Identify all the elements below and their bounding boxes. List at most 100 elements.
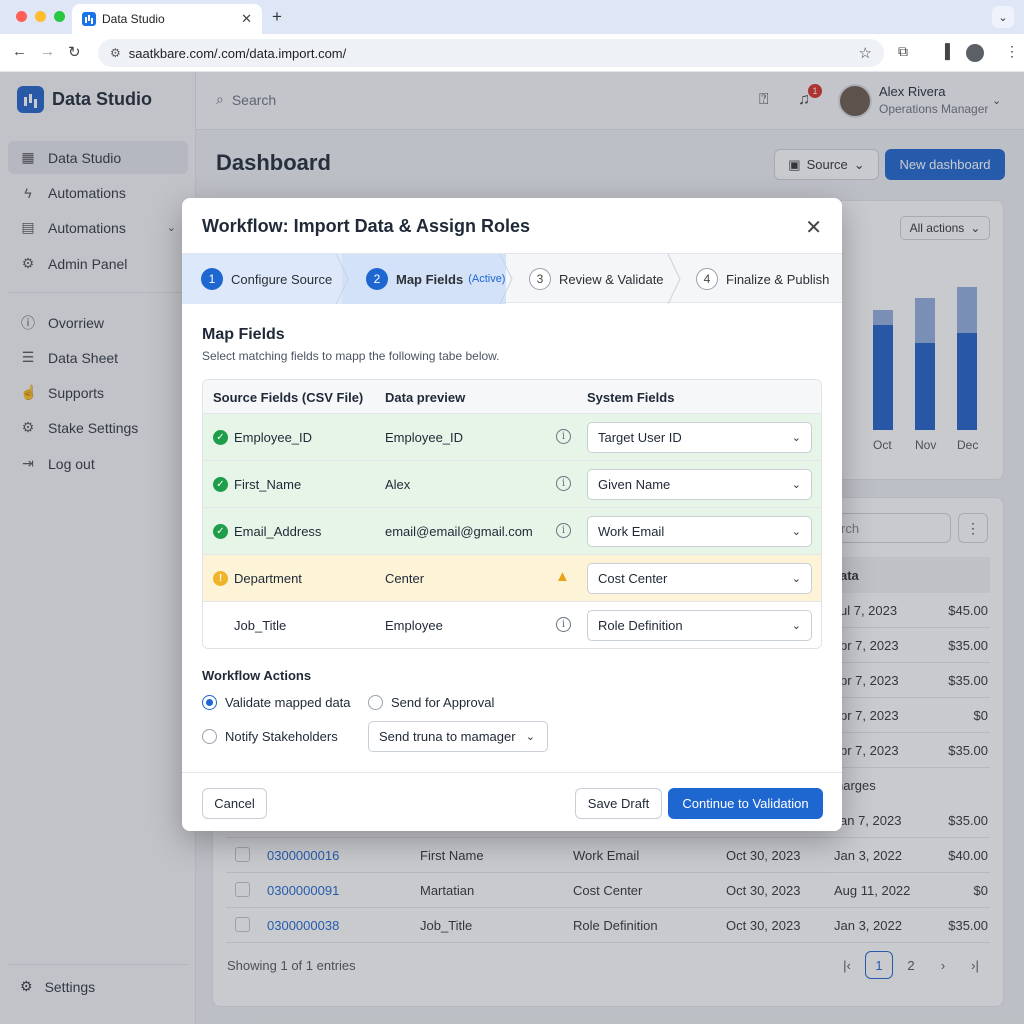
data-preview: Employee_ID (385, 430, 464, 445)
validate-radio[interactable]: Validate mapped data (202, 695, 351, 710)
warning-triangle-icon[interactable]: ▲ (555, 568, 570, 585)
data-preview: Center (385, 571, 425, 586)
tab-menu-chevron-icon[interactable]: ⌄ (992, 6, 1014, 28)
system-field-select[interactable]: Work Email ⌄ (587, 516, 812, 547)
radio-label: Notify Stakeholders (225, 729, 338, 744)
stepper: 1 Configure Source 2 Map Fields (Active)… (182, 253, 842, 304)
radio-label: Send for Approval (391, 695, 495, 710)
column-header: Source Fields (CSV File) (213, 390, 364, 405)
minimize-window-button[interactable] (35, 11, 46, 22)
mapping-row: ! Department Center ▲ Cost Center ⌄ (203, 555, 821, 602)
data-preview: email@email@gmail.com (385, 524, 533, 539)
selected-value: Target User ID (598, 430, 682, 445)
info-icon[interactable]: i (556, 429, 571, 444)
system-field-select[interactable]: Cost Center ⌄ (587, 563, 812, 594)
modal-footer: Cancel Save Draft Continue to Validation (182, 772, 842, 831)
info-icon[interactable]: i (556, 476, 571, 491)
check-circle-icon: ✓ (213, 430, 228, 445)
extensions-icon[interactable]: ⧉ (898, 43, 908, 60)
step-number: 4 (696, 268, 718, 290)
chevron-down-icon: ⌄ (791, 620, 801, 632)
browser-tab-bar: Data Studio ✕ + ⌄ (0, 0, 1024, 34)
system-field-select[interactable]: Role Definition ⌄ (587, 610, 812, 641)
chevron-down-icon: ⌄ (525, 731, 535, 743)
step-review-validate[interactable]: 3 Review & Validate (529, 254, 664, 304)
favicon-icon (82, 12, 96, 26)
profile-avatar[interactable] (966, 44, 984, 62)
step-separator (335, 254, 349, 304)
reload-icon[interactable]: ↻ (68, 43, 81, 61)
cancel-button[interactable]: Cancel (202, 788, 267, 819)
radio-button[interactable] (202, 695, 217, 710)
data-preview: Employee (385, 618, 443, 633)
source-field: Employee_ID (234, 430, 313, 445)
source-field: Job_Title (234, 618, 287, 633)
step-active-tag: (Active) (468, 273, 506, 285)
site-settings-icon[interactable]: ⚙ (110, 46, 121, 60)
close-window-button[interactable] (16, 11, 27, 22)
send-to-select[interactable]: Send truna to mamager ⌄ (368, 721, 548, 752)
system-field-select[interactable]: Given Name ⌄ (587, 469, 812, 500)
back-icon[interactable]: ← (12, 43, 27, 60)
step-finalize-publish[interactable]: 4 Finalize & Publish (696, 254, 829, 304)
step-label: Configure Source (231, 271, 333, 287)
mapping-row: Job_Title Employee i Role Definition ⌄ (203, 602, 821, 648)
continue-button[interactable]: Continue to Validation (668, 788, 823, 819)
close-tab-icon[interactable]: ✕ (241, 11, 252, 27)
step-number: 3 (529, 268, 551, 290)
address-bar: ← → ↻ ⚙ saatkbare.com/.com/data.import.c… (0, 34, 1024, 72)
chevron-down-icon: ⌄ (791, 526, 801, 538)
system-field-select[interactable]: Target User ID ⌄ (587, 422, 812, 453)
column-header: System Fields (587, 390, 675, 405)
url-text: saatkbare.com/.com/data.import.com/ (128, 45, 347, 61)
source-field: First_Name (234, 477, 302, 492)
step-number: 1 (201, 268, 223, 290)
modal-title: Workflow: Import Data & Assign Roles (202, 216, 531, 236)
notify-radio[interactable]: Notify Stakeholders (202, 729, 338, 744)
selected-value: Given Name (598, 477, 671, 492)
source-field: Department (234, 571, 302, 586)
source-field: Email_Address (234, 524, 322, 539)
maximize-window-button[interactable] (54, 11, 65, 22)
warning-circle-icon: ! (213, 571, 228, 586)
mapping-row: ✓ Email_Address email@email@gmail.com i … (203, 508, 821, 555)
column-header: Data preview (385, 390, 466, 405)
step-map-fields[interactable]: 2 Map Fields (Active) (366, 254, 505, 304)
table-header: Source Fields (CSV File) Data preview Sy… (203, 380, 821, 414)
check-circle-icon: ✓ (213, 524, 228, 539)
chevron-down-icon: ⌄ (791, 432, 801, 444)
radio-button[interactable] (202, 729, 217, 744)
step-number: 2 (366, 268, 388, 290)
browser-tab[interactable]: Data Studio ✕ (72, 4, 262, 34)
selected-value: Cost Center (598, 571, 668, 586)
save-draft-button[interactable]: Save Draft (575, 788, 662, 819)
step-separator (667, 254, 681, 304)
close-icon[interactable]: ✕ (805, 215, 822, 240)
url-input[interactable]: ⚙ saatkbare.com/.com/data.import.com/ ☆ (98, 39, 884, 67)
info-icon[interactable]: i (556, 523, 571, 538)
info-icon[interactable]: i (556, 617, 571, 632)
window-controls (16, 11, 65, 22)
field-mapping-table: Source Fields (CSV File) Data preview Sy… (202, 379, 822, 649)
radio-button[interactable] (368, 695, 383, 710)
browser-menu-icon[interactable]: ⋮ (1005, 43, 1019, 60)
selected-value: Work Email (598, 524, 665, 539)
data-preview: Alex (385, 477, 411, 492)
step-label: Finalize & Publish (726, 271, 830, 287)
forward-icon[interactable]: → (40, 43, 55, 60)
sidebar-panel-icon[interactable]: ▐ (940, 43, 950, 59)
new-tab-icon[interactable]: + (272, 7, 282, 27)
check-circle-icon: ✓ (213, 477, 228, 492)
selected-value: Send truna to mamager (379, 729, 516, 744)
bookmark-star-icon[interactable]: ☆ (859, 44, 872, 62)
section-title: Map Fields (202, 326, 285, 343)
workflow-modal: Workflow: Import Data & Assign Roles ✕ 1… (182, 198, 842, 831)
mapping-row: ✓ Employee_ID Employee_ID i Target User … (203, 414, 821, 461)
step-label: Map Fields (396, 271, 464, 287)
approval-radio[interactable]: Send for Approval (368, 695, 494, 710)
mapping-row: ✓ First_Name Alex i Given Name ⌄ (203, 461, 821, 508)
step-configure-source[interactable]: 1 Configure Source (201, 254, 332, 304)
workflow-actions-title: Workflow Actions (202, 668, 312, 683)
chevron-down-icon: ⌄ (791, 573, 801, 585)
section-subtitle: Select matching fields to mapp the follo… (202, 349, 500, 363)
